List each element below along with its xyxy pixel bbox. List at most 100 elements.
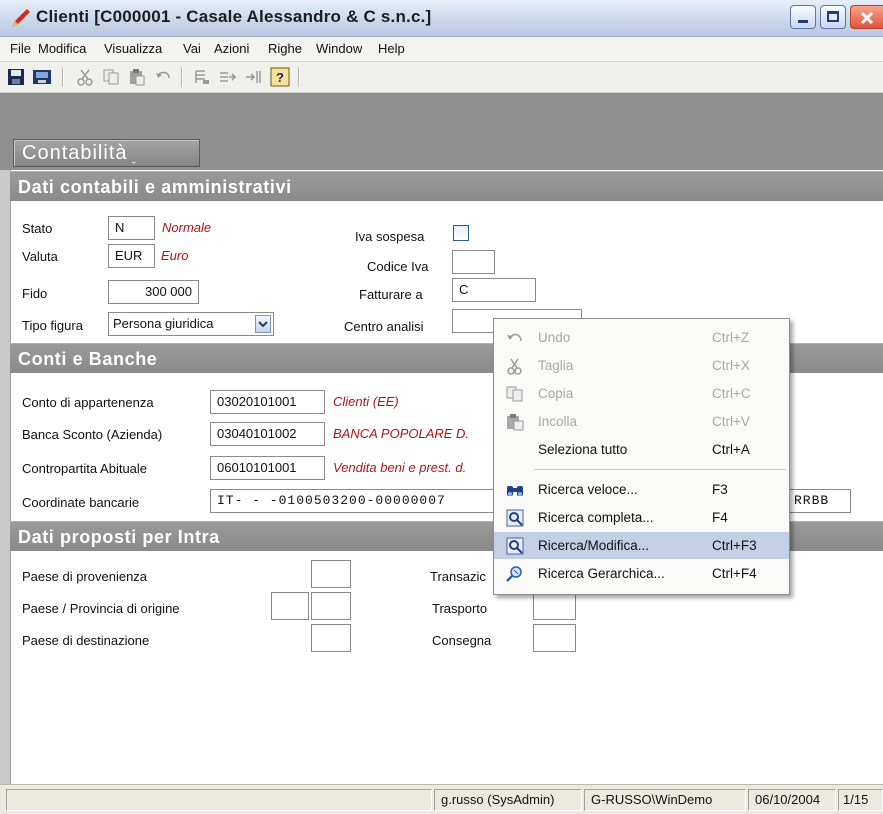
stato-input[interactable]: N — [108, 216, 155, 240]
menu-item-label: Ricerca/Modifica... — [538, 538, 650, 553]
toolbar: ? — [0, 62, 883, 93]
fatturare-a-input[interactable]: C — [452, 278, 536, 302]
add-row-icon[interactable] — [218, 67, 238, 87]
transazione-label: Transazic — [430, 569, 486, 584]
contropartita-label: Contropartita Abituale — [22, 461, 148, 476]
copy-icon — [506, 386, 523, 402]
stato-description: Normale — [162, 220, 212, 235]
coordinate-bancarie-input[interactable]: IT- - -0100503200-00000007 — [210, 489, 495, 513]
fido-input[interactable]: 300 000 — [108, 280, 199, 304]
fatturare-a-label: Fatturare a — [359, 287, 423, 302]
help-icon[interactable]: ? — [270, 67, 290, 87]
stato-label: Stato — [22, 221, 53, 236]
menu-modifica[interactable]: Modifica — [38, 41, 86, 56]
menu-item-label: Copia — [538, 386, 574, 401]
status-user: g.russo (SysAdmin) — [434, 789, 582, 811]
insert-row-icon[interactable] — [192, 67, 212, 87]
section-header-dati-contabili: Dati contabili e amministrativi — [10, 171, 883, 201]
undo-icon — [507, 333, 522, 342]
menu-item-label: Ricerca veloce... — [538, 482, 638, 497]
provincia-origine-input[interactable] — [311, 592, 351, 620]
contabilita-tab-button[interactable]: Contabilità ˬ — [13, 139, 200, 167]
paese-provenienza-input[interactable] — [311, 560, 351, 588]
minimize-button[interactable] — [790, 5, 816, 29]
valuta-input[interactable]: EUR — [108, 244, 155, 268]
svg-text:?: ? — [276, 70, 284, 85]
consegna-input[interactable] — [533, 624, 576, 652]
menu-item-seleziona-tutto[interactable]: Seleziona tutto Ctrl+A — [494, 436, 789, 463]
iva-sospesa-checkbox[interactable] — [453, 225, 469, 241]
paese-origine-label: Paese / Provincia di origine — [22, 601, 180, 616]
contropartita-description: Vendita beni e prest. d. — [333, 460, 467, 475]
menu-help[interactable]: Help — [378, 41, 405, 56]
paese-provenienza-label: Paese di provenienza — [22, 569, 148, 584]
save-icon[interactable] — [6, 67, 26, 87]
codice-iva-label: Codice Iva — [367, 259, 429, 274]
trasporto-input[interactable] — [533, 592, 576, 620]
menu-item-shortcut: Ctrl+C — [712, 386, 751, 401]
cut-icon — [507, 358, 522, 375]
conto-appartenenza-description: Clienti (EE) — [333, 394, 399, 409]
save-all-icon[interactable] — [32, 67, 52, 87]
paste-icon[interactable] — [127, 67, 147, 87]
close-button[interactable] — [850, 5, 883, 29]
maximize-button[interactable] — [820, 5, 846, 29]
tipo-figura-select[interactable]: Persona giuridica — [108, 312, 274, 336]
menu-item-shortcut: Ctrl+A — [712, 442, 750, 457]
paese-origine-input[interactable] — [271, 592, 309, 620]
menu-item-ricerca-veloce[interactable]: Ricerca veloce... F3 — [494, 476, 789, 503]
menu-item-ricerca-gerarchica[interactable]: Ricerca Gerarchica... Ctrl+F4 — [494, 560, 789, 587]
menu-vai[interactable]: Vai — [183, 41, 201, 56]
codice-iva-input[interactable] — [452, 250, 495, 274]
menu-item-undo[interactable]: Undo Ctrl+Z — [494, 324, 789, 351]
menu-item-label: Incolla — [538, 414, 578, 429]
menu-visualizza[interactable]: Visualizza — [104, 41, 162, 56]
chevron-down-icon[interactable] — [255, 315, 271, 333]
conto-appartenenza-label: Conto di appartenenza — [22, 395, 154, 410]
title-bar[interactable]: Clienti [C000001 - Casale Alessandro & C… — [0, 0, 883, 37]
menu-item-shortcut: Ctrl+V — [712, 414, 750, 429]
remove-row-icon[interactable] — [244, 67, 264, 87]
menu-item-label: Ricerca completa... — [538, 510, 654, 525]
contropartita-input[interactable]: 06010101001 — [210, 456, 325, 480]
menu-item-shortcut: Ctrl+Z — [712, 330, 750, 345]
coordinate-bancarie-label: Coordinate bancarie — [22, 495, 140, 510]
app-pencil-icon — [12, 9, 30, 27]
paste-icon — [507, 414, 524, 431]
iva-sospesa-label: Iva sospesa — [355, 229, 425, 244]
status-machine: G-RUSSO\WinDemo — [584, 789, 746, 811]
menu-item-taglia[interactable]: Taglia Ctrl+X — [494, 352, 789, 379]
consegna-label: Consegna — [432, 633, 492, 648]
paese-destinazione-input[interactable] — [311, 624, 351, 652]
menu-item-label: Taglia — [538, 358, 574, 373]
minimize-icon — [798, 20, 808, 23]
tipo-figura-label: Tipo figura — [22, 318, 83, 333]
menu-item-shortcut: F4 — [712, 510, 728, 525]
menu-item-ricerca-completa[interactable]: Ricerca completa... F4 — [494, 504, 789, 531]
menu-item-incolla[interactable]: Incolla Ctrl+V — [494, 408, 789, 435]
coordinate-bancarie-trailing[interactable]: RRBB — [789, 489, 851, 513]
close-icon — [860, 11, 874, 25]
status-bar: g.russo (SysAdmin) G-RUSSO\WinDemo 06/10… — [0, 784, 883, 814]
menu-righe[interactable]: Righe — [268, 41, 302, 56]
menu-bar: File Modifica Visualizza Vai Azioni Righ… — [0, 37, 883, 62]
tipo-figura-value: Persona giuridica — [113, 316, 214, 331]
cut-icon[interactable] — [75, 67, 95, 87]
search-form-icon — [506, 509, 524, 527]
status-page: 1/15 — [838, 789, 883, 811]
menu-item-shortcut: Ctrl+X — [712, 358, 750, 373]
menu-item-copia[interactable]: Copia Ctrl+C — [494, 380, 789, 407]
menu-item-shortcut: F3 — [712, 482, 728, 497]
undo-icon[interactable] — [153, 67, 173, 87]
centro-analisi-label: Centro analisi — [344, 319, 424, 334]
menu-item-ricerca-modifica[interactable]: Ricerca/Modifica... Ctrl+F3 — [494, 532, 789, 559]
menu-file[interactable]: File — [10, 41, 31, 56]
left-frame-strip — [0, 170, 11, 813]
menu-azioni[interactable]: Azioni — [214, 41, 249, 56]
conto-appartenenza-input[interactable]: 03020101001 — [210, 390, 325, 414]
menu-window[interactable]: Window — [316, 41, 362, 56]
copy-icon[interactable] — [101, 67, 121, 87]
banca-sconto-input[interactable]: 03040101002 — [210, 422, 325, 446]
search-edit-icon — [506, 537, 524, 555]
valuta-label: Valuta — [22, 249, 58, 264]
